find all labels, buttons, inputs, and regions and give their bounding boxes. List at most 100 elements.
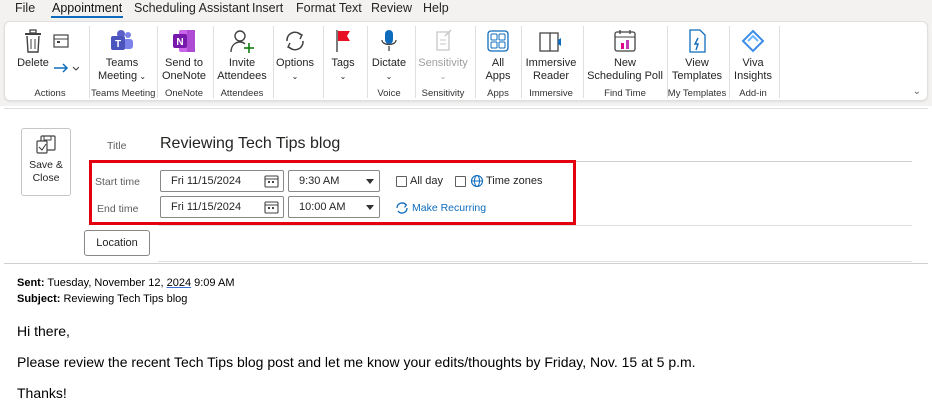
group-separator <box>521 26 522 98</box>
group-label-my-templates: My Templates <box>667 88 727 99</box>
teams-line2: Meeting <box>97 70 138 82</box>
group-label-voice: Voice <box>377 88 401 99</box>
group-label-apps: Apps <box>487 88 509 99</box>
immersive-line2: Reader <box>532 70 570 82</box>
save-close-button[interactable]: Save & Close <box>21 128 71 196</box>
start-time-label: Start time <box>95 176 140 188</box>
make-recurring-link[interactable]: Make Recurring <box>412 202 486 214</box>
sensitivity-button[interactable]: Sensitivity ⌄ <box>417 28 469 83</box>
all-apps-button[interactable]: All Apps <box>479 28 517 83</box>
chevron-down-icon <box>366 179 374 184</box>
chevron-down-icon <box>366 205 374 210</box>
end-time-dropdown[interactable]: 10:00 AM <box>288 196 380 218</box>
book-reader-icon <box>539 32 561 52</box>
start-time-dropdown[interactable]: 9:30 AM <box>288 170 380 192</box>
closing-text: Thanks! <box>17 385 67 401</box>
start-date-picker[interactable]: Fri 11/15/2024 <box>160 170 284 192</box>
subject-value: Reviewing Tech Tips blog <box>63 293 188 305</box>
sensitivity-label: Sensitivity <box>418 57 468 69</box>
teams-icon: T <box>111 30 133 50</box>
viva-insights-icon <box>741 29 765 53</box>
addin-line1: Viva <box>742 57 764 69</box>
microphone-icon <box>381 30 397 51</box>
apps-grid-icon <box>487 30 509 52</box>
divider <box>158 225 912 226</box>
svg-text:T: T <box>115 39 121 50</box>
tags-button[interactable]: Tags ⌄ <box>327 28 359 83</box>
calendar-icon[interactable] <box>264 200 279 214</box>
group-label-teams: Teams Meeting <box>91 88 156 99</box>
sent-label: Sent: <box>17 277 45 289</box>
group-label-immersive: Immersive <box>529 88 573 99</box>
all-day-checkbox[interactable] <box>396 176 407 187</box>
sent-suffix: 9:09 AM <box>191 277 235 289</box>
all-day-label: All day <box>410 175 444 187</box>
templates-line2: Templates <box>671 70 723 82</box>
tab-file[interactable]: File <box>15 1 35 15</box>
group-separator <box>273 26 274 98</box>
onenote-line1: Send to <box>165 57 203 69</box>
end-date-value: Fri 11/15/2024 <box>171 201 242 213</box>
group-label-onenote: OneNote <box>164 88 204 99</box>
delete-button[interactable]: Delete <box>15 28 51 70</box>
save-icon <box>36 135 56 154</box>
group-separator <box>475 26 476 98</box>
flag-icon <box>336 30 350 52</box>
tab-help[interactable]: Help <box>423 1 449 15</box>
recurring-icon <box>396 202 408 214</box>
group-separator <box>779 26 780 98</box>
tab-insert[interactable]: Insert <box>252 1 283 15</box>
group-label-attendees: Attendees <box>220 88 264 99</box>
teams-meeting-button[interactable]: T Teams Meeting ⌄ <box>95 28 149 83</box>
viva-insights-button[interactable]: Viva Insights <box>731 28 775 83</box>
apps-line1: All <box>491 57 505 69</box>
sensitivity-chevron-down-icon: ⌄ <box>439 72 447 81</box>
new-scheduling-poll-button[interactable]: New Scheduling Poll <box>587 28 663 83</box>
svg-text:N: N <box>176 37 183 48</box>
options-chevron-down-icon: ⌄ <box>291 72 299 81</box>
tab-scheduling-assistant[interactable]: Scheduling Assistant <box>134 1 249 15</box>
group-separator <box>729 26 730 98</box>
tab-format-text[interactable]: Format Text <box>296 1 362 15</box>
end-date-picker[interactable]: Fri 11/15/2024 <box>160 196 284 218</box>
ribbon-collapse-chevron-icon[interactable]: ⌄ <box>913 86 921 97</box>
calendar-icon[interactable] <box>264 174 279 188</box>
forward-arrow-icon[interactable] <box>53 62 79 74</box>
start-time-value: 9:30 AM <box>299 175 340 187</box>
end-time-value: 10:00 AM <box>299 201 346 213</box>
templates-icon <box>689 29 706 53</box>
teams-line1: Teams <box>105 57 139 69</box>
options-button[interactable]: Options ⌄ <box>275 28 315 83</box>
group-separator <box>583 26 584 98</box>
body-text: Please review the recent Tech Tips blog … <box>17 354 696 370</box>
subject-line: Subject: Reviewing Tech Tips blog <box>17 293 187 305</box>
subject-label: Subject: <box>17 293 61 305</box>
group-label-actions: Actions <box>34 88 66 99</box>
tab-appointment[interactable]: Appointment <box>50 1 124 18</box>
immersive-reader-button[interactable]: Immersive Reader <box>525 28 577 83</box>
calendar-poll-icon <box>614 30 636 52</box>
group-label-find-time: Find Time <box>604 88 646 99</box>
addin-line2: Insights <box>734 70 772 82</box>
location-underline <box>158 261 912 262</box>
options-label: Options <box>276 57 314 69</box>
invite-attendees-button[interactable]: Invite Attendees <box>217 28 267 83</box>
save-close-line2: Close <box>32 172 60 184</box>
time-zones-checkbox[interactable] <box>455 176 466 187</box>
start-date-value: Fri 11/15/2024 <box>171 175 242 187</box>
location-button[interactable]: Location <box>84 230 150 256</box>
title-input[interactable]: Reviewing Tech Tips blog <box>160 135 340 153</box>
refresh-icon <box>286 31 304 51</box>
menu-bar: File Appointment Scheduling Assistant In… <box>0 0 932 18</box>
tags-chevron-down-icon: ⌄ <box>339 72 347 81</box>
attendees-line1: Invite <box>228 57 256 69</box>
sent-line: Sent: Tuesday, November 12, 2024 9:09 AM <box>17 277 235 289</box>
dictate-label: Dictate <box>371 57 407 69</box>
send-to-onenote-button[interactable]: N Send to OneNote <box>161 28 207 83</box>
tab-review[interactable]: Review <box>371 1 412 15</box>
view-templates-button[interactable]: View Templates <box>669 28 725 83</box>
dictate-button[interactable]: Dictate ⌄ <box>369 28 409 83</box>
attendees-line2: Attendees <box>217 70 267 82</box>
group-label-add-in: Add-in <box>739 88 767 99</box>
trash-icon <box>25 29 41 53</box>
